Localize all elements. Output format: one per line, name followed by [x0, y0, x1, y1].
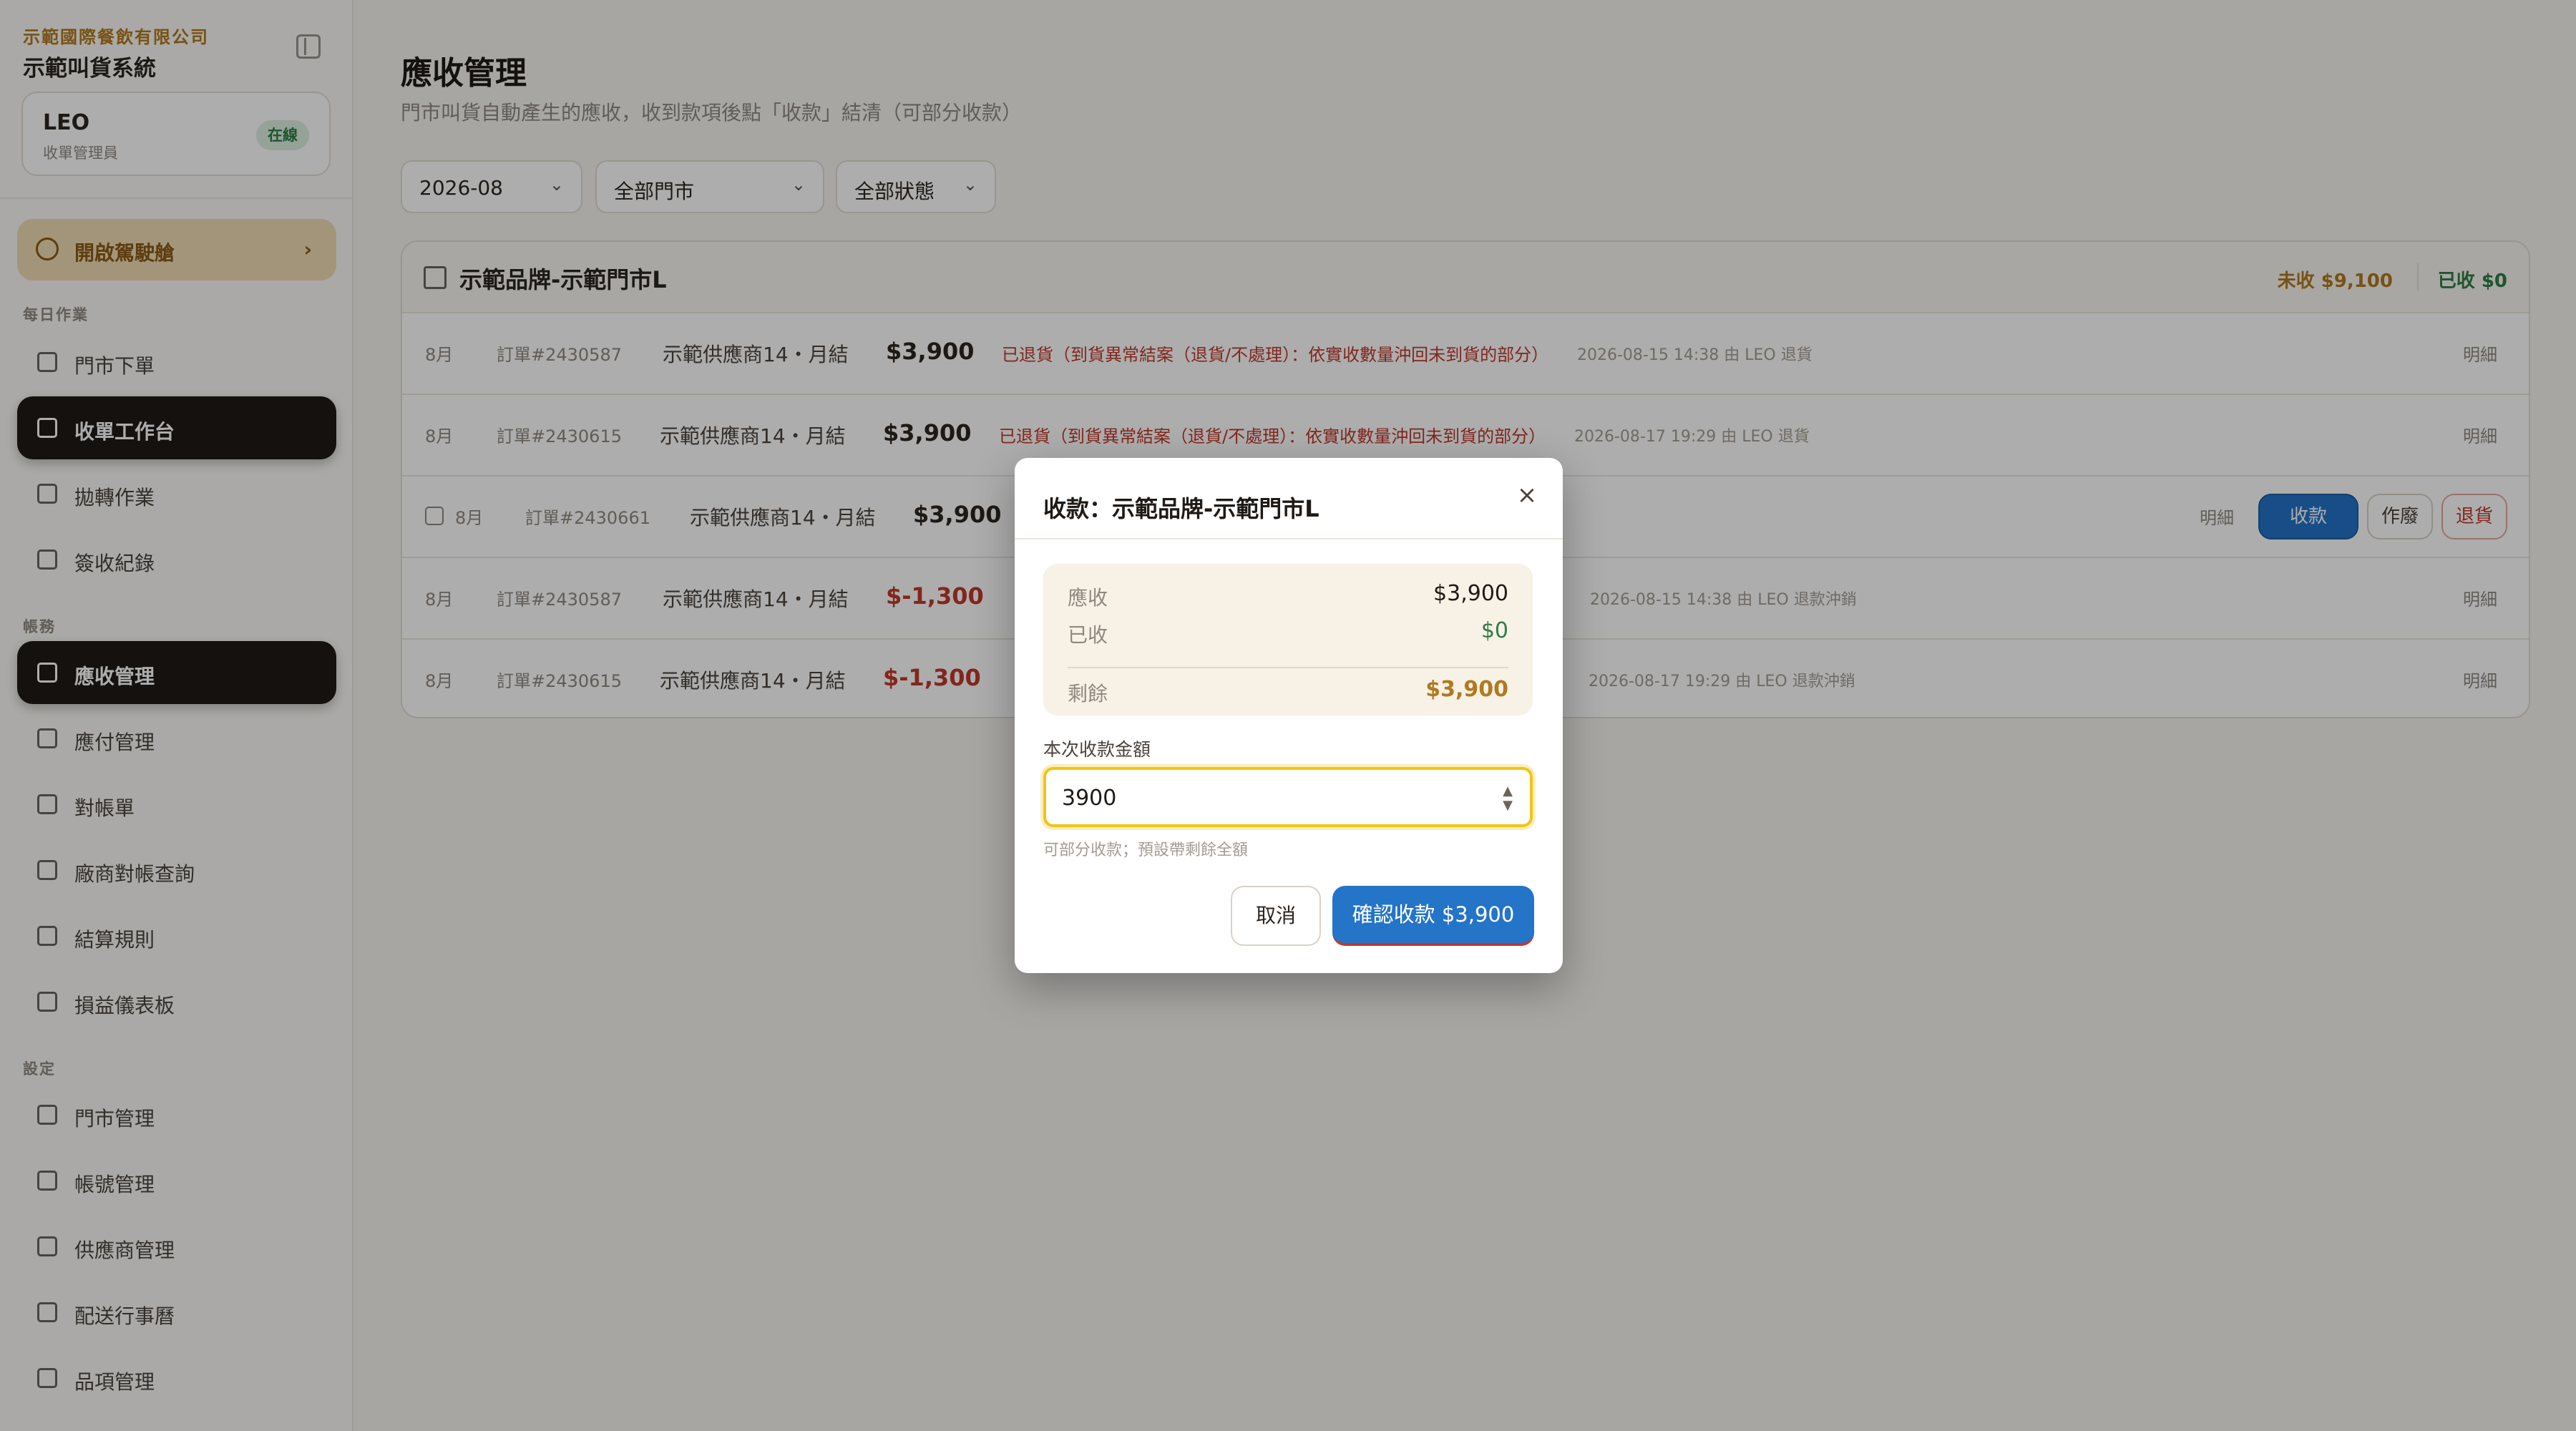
amount-hint: 可部分收款；預設帶剩餘全額 [1043, 841, 1249, 859]
receivable-label: 應收 [1068, 586, 1108, 610]
payment-summary: 應收 $3,900 已收 $0 剩餘 $3,900 [1043, 564, 1533, 716]
collect-amount-value: 3900 [1062, 786, 1117, 811]
number-stepper-icon[interactable]: ▲ ▼ [1503, 784, 1513, 813]
confirm-collect-button[interactable]: 確認收款 $3,900 [1332, 886, 1534, 946]
close-icon[interactable]: × [1511, 479, 1543, 511]
collect-payment-dialog: 收款：示範品牌-示範門市L × 應收 $3,900 已收 $0 剩餘 $3,90… [1015, 458, 1563, 973]
remaining-value: $3,900 [1425, 677, 1508, 702]
dialog-title: 收款：示範品牌-示範門市L [1043, 495, 1319, 522]
collect-amount-input[interactable]: 3900 ▲ ▼ [1043, 767, 1533, 827]
summary-divider [1068, 667, 1508, 668]
received-value: $0 [1480, 618, 1508, 643]
amount-field-label: 本次收款金額 [1043, 739, 1151, 760]
receivable-value: $3,900 [1433, 581, 1508, 606]
remaining-label: 剩餘 [1068, 682, 1108, 705]
divider [1015, 538, 1563, 539]
cancel-button[interactable]: 取消 [1231, 886, 1321, 946]
received-label: 已收 [1068, 623, 1108, 647]
